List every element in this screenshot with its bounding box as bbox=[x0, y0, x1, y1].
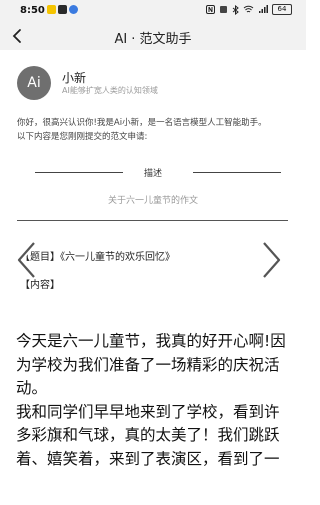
avatar: Ai bbox=[17, 66, 51, 100]
wifi-icon bbox=[243, 5, 254, 13]
bot-name: 小新 bbox=[62, 71, 87, 85]
status-bar: 8:50 64 bbox=[0, 0, 306, 22]
nfc-icon bbox=[206, 5, 215, 14]
essay-paragraph: 今天是六一儿童节，我真的好开心啊!因为学校为我们准备了一场精彩的庆祝活动。 bbox=[16, 332, 286, 397]
section-divider bbox=[17, 220, 288, 221]
message-icon bbox=[69, 5, 78, 14]
chevron-right-icon bbox=[261, 241, 282, 279]
intro-line-2: 以下内容是您刚刚提交的范文申请: bbox=[17, 132, 148, 142]
intro-text: 你好，很高兴认识你!我是Ai小新，是一名语言模型人工智能助手。 以下内容是您刚刚… bbox=[17, 116, 293, 144]
description-section: 描述 关于六一儿童节的作文 bbox=[17, 160, 289, 220]
page-title: AI · 范文助手 bbox=[114, 32, 192, 47]
prev-arrow-button[interactable] bbox=[14, 240, 40, 280]
divider-right bbox=[193, 172, 281, 173]
essay-paragraph: 我和同学们早早地来到了学校，看到许多彩旗和气球，真的太美了！我们跳跃着、嬉笑着，… bbox=[16, 402, 280, 468]
bot-subtitle: AI能够扩宽人类的认知领域 bbox=[62, 86, 158, 95]
essay-title: 【题目】《六一儿童节的欢乐回忆》 bbox=[20, 252, 175, 263]
system-icons: 64 bbox=[206, 4, 292, 15]
description-text: 关于六一儿童节的作文 bbox=[107, 196, 198, 206]
next-arrow-button[interactable] bbox=[258, 240, 284, 280]
intro-line-1: 你好，很高兴认识你!我是Ai小新，是一名语言模型人工智能助手。 bbox=[17, 118, 267, 128]
nav-bar: AI · 范文助手 bbox=[0, 22, 306, 50]
bluetooth-icon bbox=[232, 4, 239, 15]
chat-content: Ai 小新 AI能够扩宽人类的认知领域 你好，很高兴认识你!我是Ai小新，是一名… bbox=[0, 50, 306, 505]
app-icon-1 bbox=[47, 5, 56, 14]
notification-icons bbox=[47, 5, 78, 14]
status-time: 8:50 bbox=[20, 5, 45, 16]
app-icon-2 bbox=[58, 5, 67, 14]
mute-icon bbox=[220, 6, 227, 13]
battery-icon: 64 bbox=[272, 4, 292, 15]
chevron-left-icon bbox=[16, 241, 37, 279]
essay-body: 今天是六一儿童节，我真的好开心啊!因为学校为我们准备了一场精彩的庆祝活动。 我和… bbox=[16, 330, 292, 471]
signal-icon bbox=[259, 5, 268, 13]
